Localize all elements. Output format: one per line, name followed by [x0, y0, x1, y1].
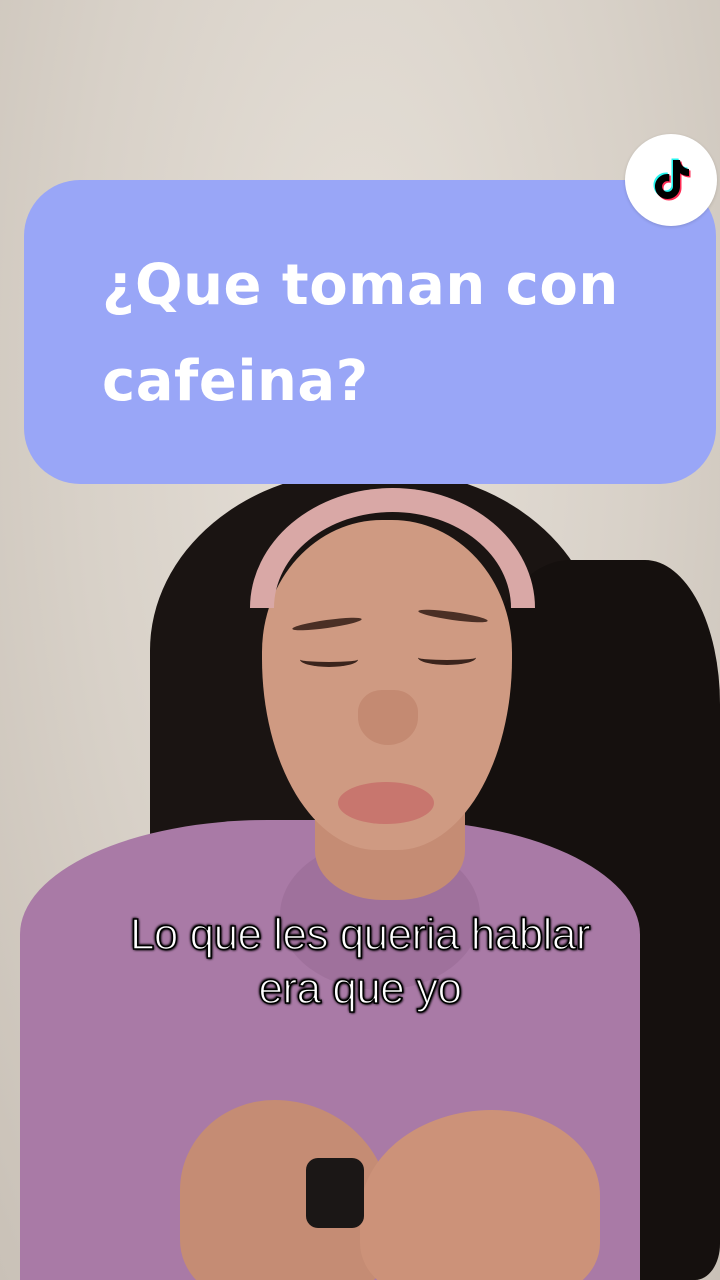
video-frame: ¿Que toman con cafeina? Lo que les queri… [0, 0, 720, 1280]
mouth [338, 782, 434, 824]
caption-line-1: Lo que les queria hablar [129, 909, 591, 960]
caption-line-2: era que yo [258, 963, 463, 1014]
video-caption: Lo que les queria hablar era que yo [40, 908, 680, 1016]
left-eye [300, 652, 358, 667]
right-eye [418, 650, 476, 665]
question-text: ¿Que toman con cafeina? [102, 238, 656, 430]
nose [358, 690, 418, 745]
tiktok-badge[interactable] [625, 134, 717, 226]
tiktok-logo-icon [653, 158, 691, 201]
question-card: ¿Que toman con cafeina? [24, 180, 716, 484]
question-line-2: cafeina? [102, 349, 369, 414]
question-line-1: ¿Que toman con [102, 253, 619, 318]
held-object [306, 1158, 364, 1228]
